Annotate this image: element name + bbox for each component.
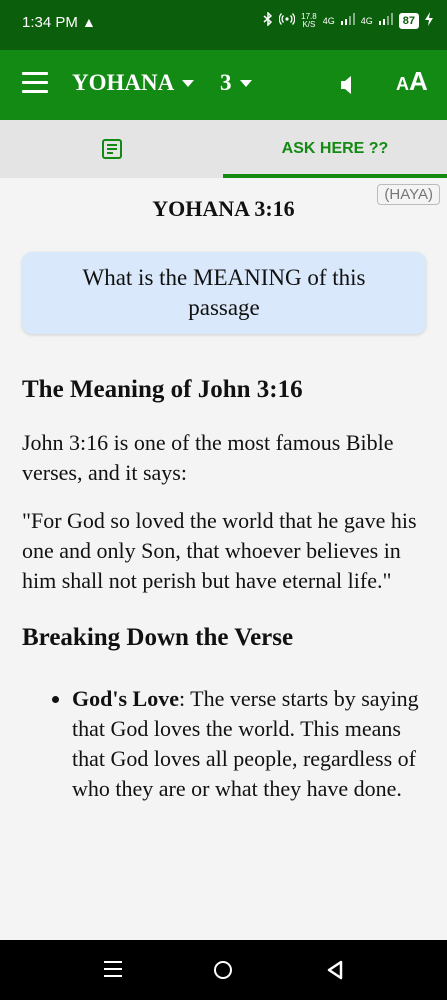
status-time: 1:34 PM [22,14,78,31]
tab-ask-here[interactable]: ASK HERE ?? [223,120,447,178]
document-icon [101,139,122,159]
font-size-icon: AA [396,66,428,96]
chapter-number: 3 [220,70,232,95]
content-area[interactable]: YOHANA 3:16 (HAYA) What is the MEANING o… [0,178,447,940]
status-icons: 17.8 K/S 4G 4G 87 [263,11,433,29]
answer-bullet-list: God's Love: The verse starts by saying t… [22,684,432,804]
bluetooth-icon [263,11,273,29]
hotspot-icon [278,12,296,29]
warning-icon: ▲ [82,14,96,30]
font-size-button[interactable]: AA [396,66,428,97]
network-speed: 17.8 K/S [301,12,317,29]
tab-notes[interactable] [0,120,223,178]
book-selector[interactable]: YOHANA [72,70,195,96]
bullet-term: God's Love [72,686,179,711]
signal-2-icon [378,13,393,28]
signal-1-icon [340,13,355,28]
recents-button[interactable] [104,961,122,979]
app-bar: YOHANA 3 AA [0,50,447,120]
back-icon [327,960,343,980]
home-button[interactable] [214,961,232,979]
system-nav-bar [0,940,447,1000]
list-item: God's Love: The verse starts by saying t… [72,684,432,804]
menu-button[interactable] [22,72,48,94]
answer-intro: John 3:16 is one of the most famous Bibl… [22,430,394,485]
answer-quote: "For God so loved the world that he gave… [22,508,417,593]
signal-2-label: 4G [360,15,373,26]
audio-button[interactable] [336,72,362,98]
chapter-selector[interactable]: 3 [220,70,252,96]
question-card[interactable]: What is the MEANING of this passage [22,252,426,334]
status-bar: 1:34 PM ▲ 17.8 K/S 4G 4G 87 [0,0,447,50]
network-speed-unit: K/S [302,19,316,29]
charging-icon [425,12,433,29]
battery-level: 87 [398,12,419,29]
hamburger-icon [22,72,48,75]
answer-text: The Meaning of John 3:16 John 3:16 is on… [22,374,432,804]
back-button[interactable] [326,960,344,985]
book-name: YOHANA [72,70,175,95]
answer-heading: The Meaning of John 3:16 [22,376,303,403]
signal-1-label: 4G [322,15,335,26]
language-badge[interactable]: (HAYA) [377,184,440,205]
chevron-down-icon [239,79,252,87]
chevron-down-icon [182,79,195,87]
speaker-icon [341,76,351,94]
answer-subheading: Breaking Down the Verse [22,624,294,651]
tab-bar: ASK HERE ?? [0,120,447,178]
